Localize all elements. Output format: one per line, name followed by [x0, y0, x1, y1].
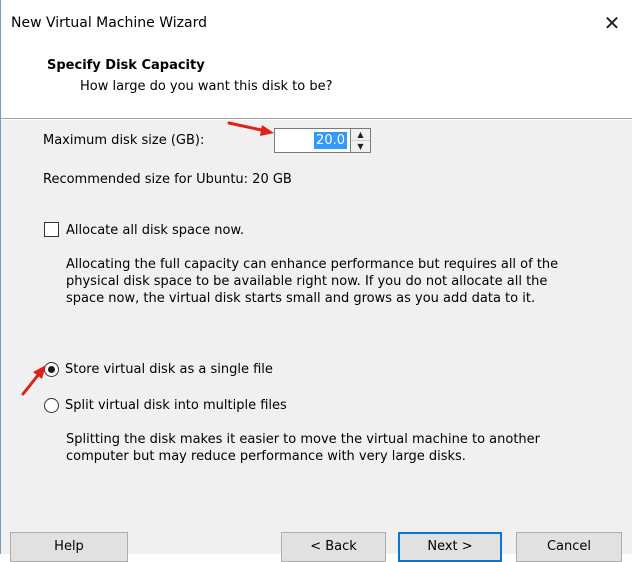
split-files-radio[interactable]: [44, 398, 59, 413]
split-description: Splitting the disk makes it easier to mo…: [66, 431, 540, 465]
back-button[interactable]: < Back: [281, 532, 386, 562]
next-button[interactable]: Next >: [398, 532, 502, 562]
page-subtitle: How large do you want this disk to be?: [80, 79, 333, 94]
wizard-window: New Virtual Machine Wizard ✕ Specify Dis…: [0, 0, 632, 562]
chevron-down-icon: ▼: [357, 142, 364, 151]
help-button[interactable]: Help: [10, 532, 128, 562]
single-file-label[interactable]: Store virtual disk as a single file: [65, 362, 273, 377]
allocate-description-line: space now, the virtual disk starts small…: [66, 291, 536, 306]
close-button[interactable]: ✕: [597, 8, 627, 38]
close-icon: ✕: [603, 11, 621, 35]
allocate-description-line: physical disk space to be available righ…: [66, 274, 548, 289]
recommended-size-text: Recommended size for Ubuntu: 20 GB: [43, 172, 292, 187]
disk-size-spinner[interactable]: 20.0 ▲ ▼: [274, 128, 371, 153]
split-files-label[interactable]: Split virtual disk into multiple files: [65, 398, 287, 413]
allocate-description: Allocating the full capacity can enhance…: [66, 256, 558, 307]
disk-size-label: Maximum disk size (GB):: [43, 133, 205, 148]
chevron-up-icon: ▲: [357, 130, 364, 139]
annotation-arrow-icon: [227, 121, 274, 136]
split-description-line: computer but may reduce performance with…: [66, 449, 466, 464]
annotation-arrow-icon: [21, 365, 46, 396]
split-description-line: Splitting the disk makes it easier to mo…: [66, 432, 540, 447]
allocate-description-line: Allocating the full capacity can enhance…: [66, 257, 559, 272]
allocate-checkbox-label[interactable]: Allocate all disk space now.: [66, 223, 244, 238]
spinner-up-button[interactable]: ▲: [351, 129, 370, 141]
header-divider: [1, 118, 632, 120]
cancel-button[interactable]: Cancel: [516, 532, 622, 562]
title-bar: New Virtual Machine Wizard ✕: [1, 0, 632, 44]
spinner-down-button[interactable]: ▼: [351, 141, 370, 152]
allocate-checkbox[interactable]: [44, 222, 59, 237]
disk-size-value: 20.0: [314, 132, 347, 149]
page-title: Specify Disk Capacity: [47, 58, 205, 73]
disk-size-input[interactable]: 20.0: [274, 128, 350, 153]
wizard-header: Specify Disk Capacity How large do you w…: [1, 44, 632, 118]
window-title: New Virtual Machine Wizard: [11, 15, 207, 31]
spinner-buttons: ▲ ▼: [350, 128, 371, 153]
